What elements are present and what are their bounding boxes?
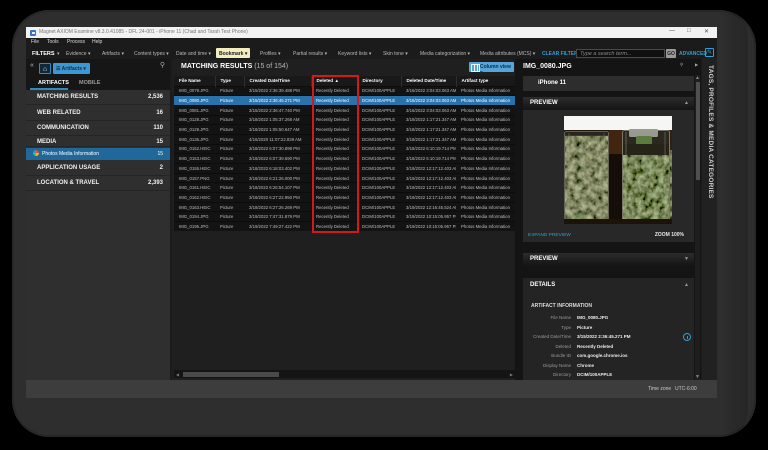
svg-text:03/15/2022: 03/15/2022 (567, 214, 588, 219)
